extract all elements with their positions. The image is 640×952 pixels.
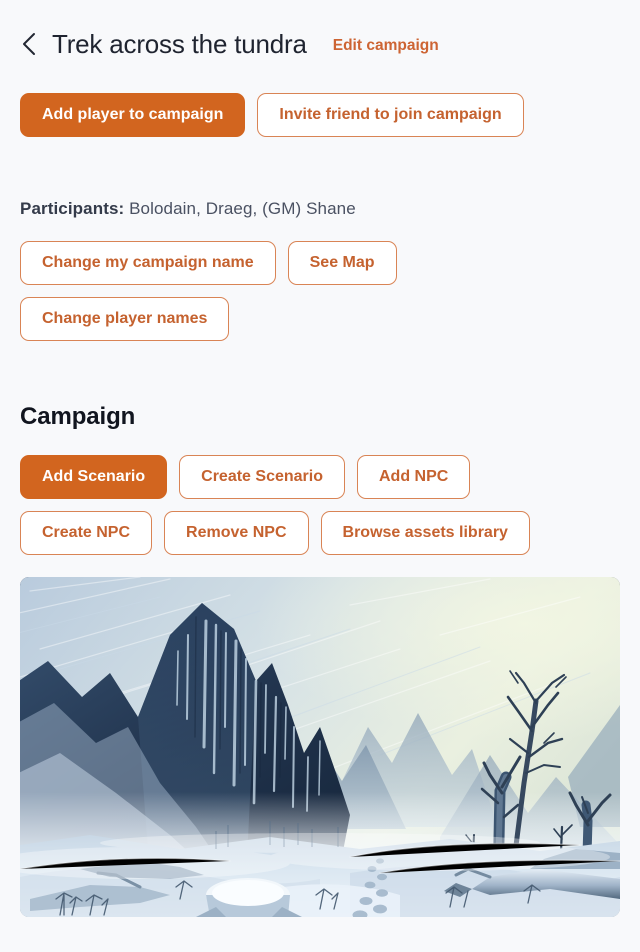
campaign-actions-row-1: Add Scenario Create Scenario Add NPC — [20, 455, 620, 499]
browse-assets-library-button[interactable]: Browse assets library — [320, 511, 530, 555]
campaign-detail-page: Trek across the tundra Edit campaign Add… — [0, 0, 640, 952]
campaign-scene-image[interactable] — [20, 577, 620, 917]
chevron-left-icon — [20, 31, 38, 57]
add-scenario-button[interactable]: Add Scenario — [20, 455, 168, 499]
remove-npc-button[interactable]: Remove NPC — [164, 511, 309, 555]
back-button[interactable] — [20, 28, 46, 60]
participants-actions-row-2: Change player names — [20, 297, 620, 341]
participants-names: Bolodain, Draeg, (GM) Shane — [129, 199, 356, 218]
invite-friend-button[interactable]: Invite friend to join campaign — [257, 93, 524, 137]
tundra-scene-svg — [20, 577, 620, 917]
create-npc-button[interactable]: Create NPC — [20, 511, 153, 555]
page-header: Trek across the tundra Edit campaign — [20, 0, 620, 60]
change-player-names-button[interactable]: Change player names — [20, 297, 230, 341]
primary-actions-row: Add player to campaign Invite friend to … — [20, 93, 620, 137]
change-my-campaign-name-button[interactable]: Change my campaign name — [20, 241, 276, 285]
participants-line: Participants: Bolodain, Draeg, (GM) Shan… — [20, 199, 620, 219]
add-player-to-campaign-button[interactable]: Add player to campaign — [20, 93, 246, 137]
edit-campaign-link[interactable]: Edit campaign — [333, 34, 439, 55]
create-scenario-button[interactable]: Create Scenario — [179, 455, 345, 499]
participants-actions-row-1: Change my campaign name See Map — [20, 241, 620, 285]
add-npc-button[interactable]: Add NPC — [356, 455, 471, 499]
page-title: Trek across the tundra — [52, 28, 307, 59]
see-map-button[interactable]: See Map — [287, 241, 397, 285]
campaign-section-heading: Campaign — [20, 403, 136, 430]
participants-label: Participants: — [20, 199, 125, 218]
campaign-actions-row-2: Create NPC Remove NPC Browse assets libr… — [20, 511, 620, 555]
